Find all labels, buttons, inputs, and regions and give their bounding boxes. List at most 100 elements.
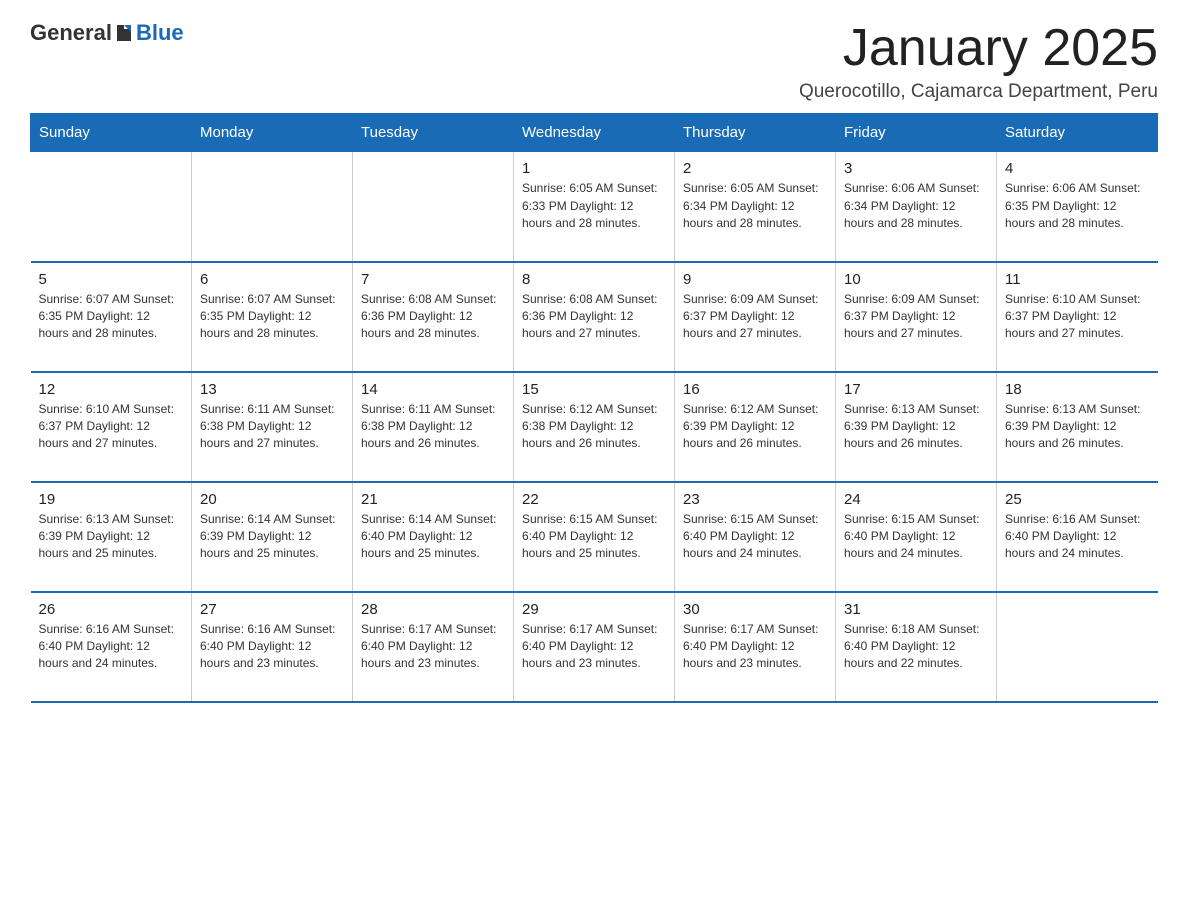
calendar-cell: 25 Sunrise: 6:16 AM Sunset: 6:40 PM Dayli… [997,482,1158,592]
day-info: Sunrise: 6:13 AM Sunset: 6:39 PM Dayligh… [1005,401,1150,453]
day-info: Sunrise: 6:10 AM Sunset: 6:37 PM Dayligh… [1005,291,1150,343]
calendar-cell: 8 Sunrise: 6:08 AM Sunset: 6:36 PM Daylig… [514,262,675,372]
day-info: Sunrise: 6:15 AM Sunset: 6:40 PM Dayligh… [683,511,827,563]
day-number: 30 [683,601,827,618]
calendar-cell: 30 Sunrise: 6:17 AM Sunset: 6:40 PM Dayli… [675,592,836,702]
weekday-header-friday: Friday [836,114,997,152]
day-info: Sunrise: 6:13 AM Sunset: 6:39 PM Dayligh… [39,511,184,563]
location: Querocotillo, Cajamarca Department, Peru [799,81,1158,103]
day-number: 13 [200,381,344,398]
day-number: 2 [683,160,827,177]
day-info: Sunrise: 6:06 AM Sunset: 6:34 PM Dayligh… [844,180,988,232]
day-info: Sunrise: 6:16 AM Sunset: 6:40 PM Dayligh… [200,621,344,673]
day-info: Sunrise: 6:05 AM Sunset: 6:33 PM Dayligh… [522,180,666,232]
day-info: Sunrise: 6:14 AM Sunset: 6:40 PM Dayligh… [361,511,505,563]
calendar-table: SundayMondayTuesdayWednesdayThursdayFrid… [30,113,1158,703]
logo-icon [112,23,136,45]
calendar-cell: 18Sunrise: 6:13 AM Sunset: 6:39 PM Dayli… [997,372,1158,482]
day-number: 7 [361,271,505,288]
logo-blue-text: Blue [136,20,184,46]
day-number: 9 [683,271,827,288]
day-number: 17 [844,381,988,398]
day-number: 21 [361,491,505,508]
day-info: Sunrise: 6:18 AM Sunset: 6:40 PM Dayligh… [844,621,988,673]
weekday-header-row: SundayMondayTuesdayWednesdayThursdayFrid… [31,114,1158,152]
weekday-header-saturday: Saturday [997,114,1158,152]
calendar-cell: 13 Sunrise: 6:11 AM Sunset: 6:38 PM Dayli… [192,372,353,482]
day-info: Sunrise: 6:14 AM Sunset: 6:39 PM Dayligh… [200,511,344,563]
calendar-cell: 29 Sunrise: 6:17 AM Sunset: 6:40 PM Dayli… [514,592,675,702]
day-info: Sunrise: 6:17 AM Sunset: 6:40 PM Dayligh… [683,621,827,673]
calendar-cell: 20Sunrise: 6:14 AM Sunset: 6:39 PM Dayli… [192,482,353,592]
calendar-cell: 22 Sunrise: 6:15 AM Sunset: 6:40 PM Dayli… [514,482,675,592]
calendar-cell: 5Sunrise: 6:07 AM Sunset: 6:35 PM Daylig… [31,262,192,372]
day-number: 25 [1005,491,1150,508]
day-number: 28 [361,601,505,618]
day-number: 1 [522,160,666,177]
calendar-cell: 21 Sunrise: 6:14 AM Sunset: 6:40 PM Dayli… [353,482,514,592]
day-number: 10 [844,271,988,288]
day-info: Sunrise: 6:11 AM Sunset: 6:38 PM Dayligh… [200,401,344,453]
calendar-cell: 1 Sunrise: 6:05 AM Sunset: 6:33 PM Daylig… [514,152,675,262]
day-number: 12 [39,381,184,398]
day-number: 19 [39,491,184,508]
calendar-cell: 2Sunrise: 6:05 AM Sunset: 6:34 PM Daylig… [675,152,836,262]
calendar-cell: 3 Sunrise: 6:06 AM Sunset: 6:34 PM Daylig… [836,152,997,262]
calendar-cell [353,152,514,262]
day-info: Sunrise: 6:16 AM Sunset: 6:40 PM Dayligh… [1005,511,1150,563]
day-info: Sunrise: 6:09 AM Sunset: 6:37 PM Dayligh… [844,291,988,343]
day-number: 5 [39,271,184,288]
weekday-header-sunday: Sunday [31,114,192,152]
calendar-cell [31,152,192,262]
day-number: 3 [844,160,988,177]
calendar-cell: 26Sunrise: 6:16 AM Sunset: 6:40 PM Dayli… [31,592,192,702]
calendar-cell: 28 Sunrise: 6:17 AM Sunset: 6:40 PM Dayli… [353,592,514,702]
calendar-cell: 15 Sunrise: 6:12 AM Sunset: 6:38 PM Dayli… [514,372,675,482]
day-info: Sunrise: 6:15 AM Sunset: 6:40 PM Dayligh… [522,511,666,563]
day-info: Sunrise: 6:17 AM Sunset: 6:40 PM Dayligh… [361,621,505,673]
day-info: Sunrise: 6:12 AM Sunset: 6:38 PM Dayligh… [522,401,666,453]
day-number: 29 [522,601,666,618]
weekday-header-monday: Monday [192,114,353,152]
day-number: 8 [522,271,666,288]
weekday-header-wednesday: Wednesday [514,114,675,152]
calendar-cell: 17 Sunrise: 6:13 AM Sunset: 6:39 PM Dayli… [836,372,997,482]
day-info: Sunrise: 6:09 AM Sunset: 6:37 PM Dayligh… [683,291,827,343]
calendar-cell: 6Sunrise: 6:07 AM Sunset: 6:35 PM Daylig… [192,262,353,372]
calendar-week-2: 5Sunrise: 6:07 AM Sunset: 6:35 PM Daylig… [31,262,1158,372]
logo-general-text: General [30,20,112,46]
calendar-cell: 7 Sunrise: 6:08 AM Sunset: 6:36 PM Daylig… [353,262,514,372]
day-info: Sunrise: 6:17 AM Sunset: 6:40 PM Dayligh… [522,621,666,673]
day-number: 24 [844,491,988,508]
day-info: Sunrise: 6:15 AM Sunset: 6:40 PM Dayligh… [844,511,988,563]
day-info: Sunrise: 6:12 AM Sunset: 6:39 PM Dayligh… [683,401,827,453]
calendar-cell: 12 Sunrise: 6:10 AM Sunset: 6:37 PM Dayli… [31,372,192,482]
calendar-cell: 9 Sunrise: 6:09 AM Sunset: 6:37 PM Daylig… [675,262,836,372]
day-info: Sunrise: 6:10 AM Sunset: 6:37 PM Dayligh… [39,401,184,453]
calendar-cell [192,152,353,262]
day-info: Sunrise: 6:13 AM Sunset: 6:39 PM Dayligh… [844,401,988,453]
calendar-cell [997,592,1158,702]
day-number: 6 [200,271,344,288]
calendar-week-3: 12 Sunrise: 6:10 AM Sunset: 6:37 PM Dayli… [31,372,1158,482]
day-number: 15 [522,381,666,398]
day-number: 4 [1005,160,1150,177]
calendar-cell: 27Sunrise: 6:16 AM Sunset: 6:40 PM Dayli… [192,592,353,702]
weekday-header-thursday: Thursday [675,114,836,152]
day-number: 23 [683,491,827,508]
calendar-cell: 31 Sunrise: 6:18 AM Sunset: 6:40 PM Dayli… [836,592,997,702]
day-info: Sunrise: 6:08 AM Sunset: 6:36 PM Dayligh… [522,291,666,343]
calendar-cell: 24 Sunrise: 6:15 AM Sunset: 6:40 PM Dayli… [836,482,997,592]
calendar-week-4: 19 Sunrise: 6:13 AM Sunset: 6:39 PM Dayli… [31,482,1158,592]
calendar-cell: 14Sunrise: 6:11 AM Sunset: 6:38 PM Dayli… [353,372,514,482]
day-number: 16 [683,381,827,398]
month-title: January 2025 [799,20,1158,77]
day-number: 31 [844,601,988,618]
page-header: General Blue January 2025 Querocotillo, … [30,20,1158,103]
title-block: January 2025 Querocotillo, Cajamarca Dep… [799,20,1158,103]
calendar-cell: 4 Sunrise: 6:06 AM Sunset: 6:35 PM Daylig… [997,152,1158,262]
day-number: 22 [522,491,666,508]
day-info: Sunrise: 6:06 AM Sunset: 6:35 PM Dayligh… [1005,180,1150,232]
day-info: Sunrise: 6:08 AM Sunset: 6:36 PM Dayligh… [361,291,505,343]
calendar-week-1: 1 Sunrise: 6:05 AM Sunset: 6:33 PM Daylig… [31,152,1158,262]
